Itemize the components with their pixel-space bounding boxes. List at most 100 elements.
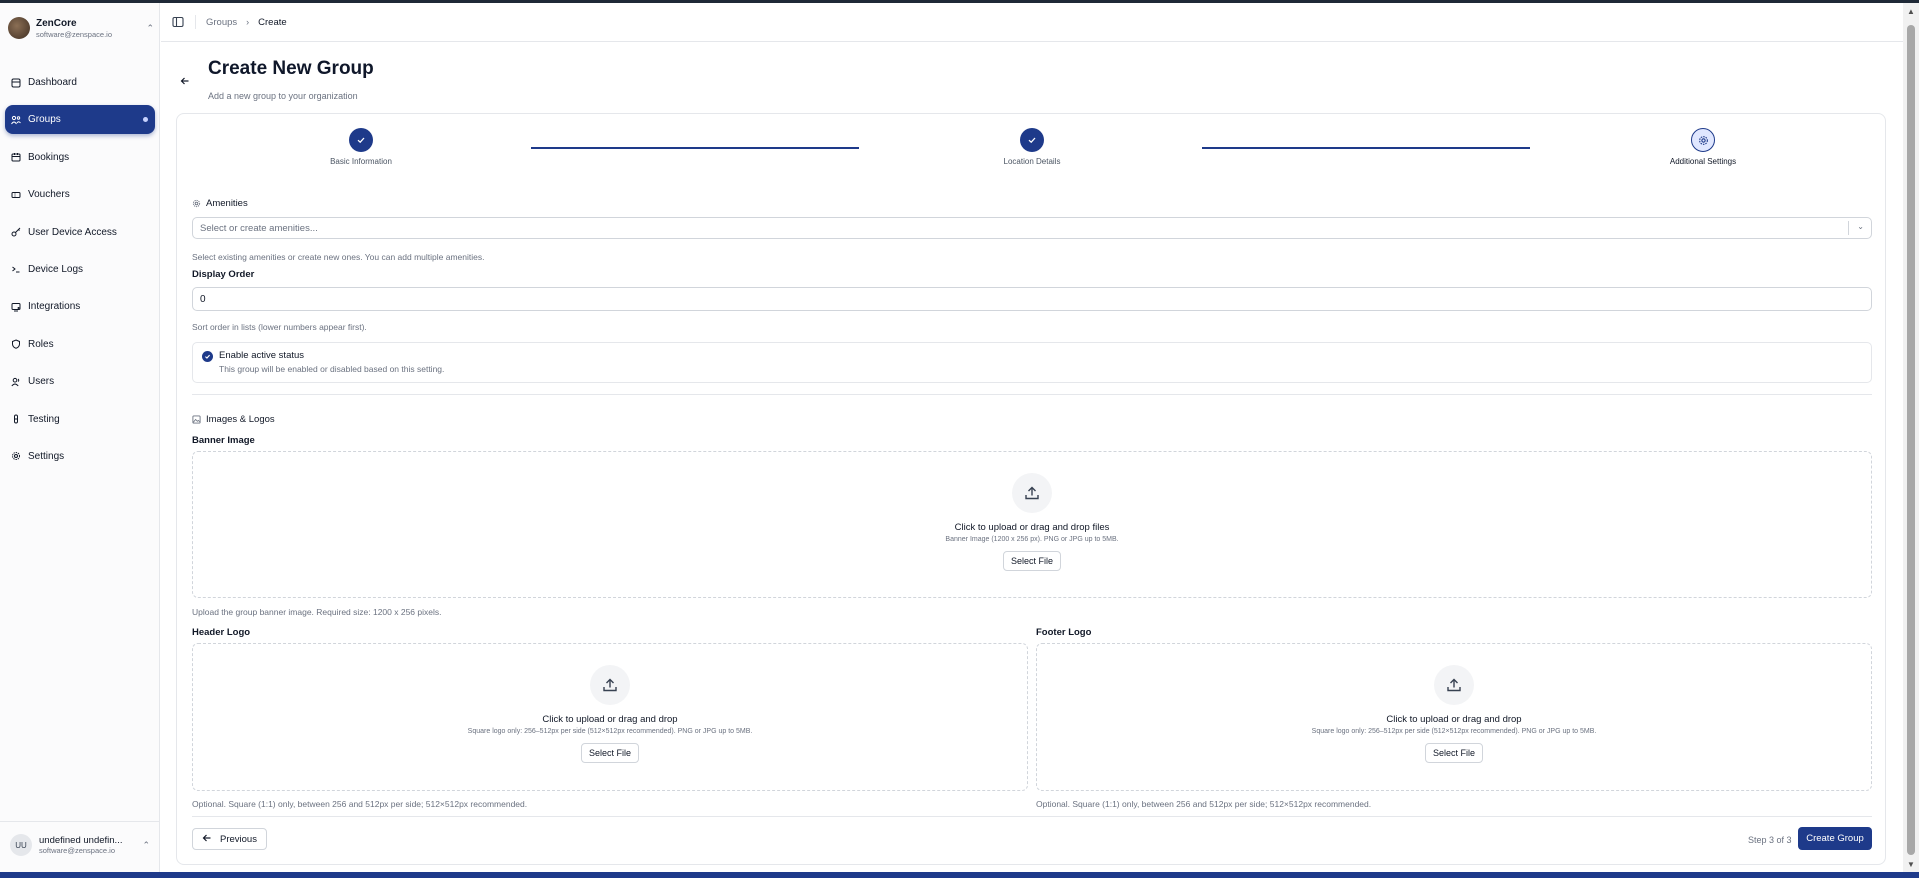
header-logo-label: Header Logo: [192, 627, 251, 638]
create-group-button[interactable]: Create Group: [1798, 827, 1872, 850]
sidebar-item-integrations[interactable]: Integrations: [5, 292, 155, 321]
footer-logo-select-file-button[interactable]: Select File: [1424, 743, 1484, 763]
divider: [192, 816, 1872, 817]
gear-icon: [11, 451, 21, 461]
divider: [192, 394, 1872, 395]
step-label: Location Details: [1003, 157, 1061, 166]
header-logo-dropzone[interactable]: Click to upload or drag and drop Square …: [192, 643, 1028, 791]
page-subtitle: Add a new group to your organization: [208, 91, 358, 101]
sidebar-item-label: Bookings: [28, 151, 70, 163]
org-email: software@zenspace.io: [36, 29, 112, 39]
calendar-icon: [11, 152, 21, 162]
arrow-left-icon: [202, 833, 212, 846]
banner-select-file-button[interactable]: Select File: [1002, 551, 1062, 571]
org-avatar: [8, 17, 30, 39]
upload-icon: [1012, 473, 1052, 513]
display-order-input[interactable]: 0: [192, 287, 1872, 311]
breadcrumb: Groups › Create: [206, 17, 287, 28]
footer-logo-dropzone[interactable]: Click to upload or drag and drop Square …: [1036, 643, 1872, 791]
header-logo-upload-title: Click to upload or drag and drop: [542, 714, 678, 725]
footer-logo-label: Footer Logo: [1036, 627, 1092, 638]
user-name: undefined undefin...: [39, 834, 123, 846]
step-complete-circle: [1020, 128, 1044, 152]
check-icon: [357, 137, 365, 144]
users-icon: [11, 377, 21, 387]
images-section-title: Images & Logos: [192, 414, 275, 425]
divider: [1848, 221, 1849, 235]
sidebar-item-bookings[interactable]: Bookings: [5, 143, 155, 172]
gear-icon: [192, 199, 201, 208]
amenities-select[interactable]: Select or create amenities... ⌄: [192, 217, 1872, 239]
step-location-details: Location Details: [962, 128, 1102, 166]
step-connector: [531, 147, 859, 149]
sidebar: ZenCore software@zenspace.io ⌃ Dashboard…: [0, 3, 160, 872]
banner-dropzone[interactable]: Click to upload or drag and drop files B…: [192, 451, 1872, 598]
gear-icon: [1698, 135, 1708, 145]
active-status-description: This group will be enabled or disabled b…: [219, 364, 445, 374]
header-logo-select-file-button[interactable]: Select File: [580, 743, 640, 763]
sidebar-item-label: Vouchers: [28, 189, 70, 201]
home-icon: [11, 78, 21, 88]
sidebar-item-label: Settings: [28, 450, 65, 462]
key-icon: [11, 227, 21, 237]
flask-icon: [11, 414, 21, 424]
amenities-placeholder: Select or create amenities...: [200, 222, 318, 234]
sidebar-toggle-icon[interactable]: [171, 15, 185, 29]
sidebar-item-label: Integrations: [28, 301, 81, 313]
sidebar-item-groups[interactable]: Groups: [5, 105, 155, 135]
taskbar-edge: [0, 872, 1919, 878]
step-additional-settings: Additional Settings: [1633, 128, 1773, 166]
sidebar-item-users[interactable]: Users: [5, 367, 155, 396]
active-status-checkbox[interactable]: [202, 351, 213, 362]
sidebar-item-settings[interactable]: Settings: [5, 442, 155, 471]
display-order-label: Display Order: [192, 269, 255, 280]
check-icon: [205, 354, 211, 359]
sidebar-item-device-logs[interactable]: Device Logs: [5, 255, 155, 284]
step-label: Additional Settings: [1669, 157, 1737, 166]
footer-logo-upload-desc: Square logo only: 256–512px per side (51…: [1311, 728, 1597, 735]
sidebar-item-roles[interactable]: Roles: [5, 330, 155, 359]
step-basic-information: Basic Information: [291, 128, 431, 166]
chevron-updown-icon: ⌃: [142, 839, 150, 850]
amenities-help: Select existing amenities or create new …: [192, 252, 485, 262]
previous-button[interactable]: Previous: [192, 828, 267, 850]
amenities-section-title: Amenities: [192, 198, 248, 209]
scroll-up-icon[interactable]: ▲: [1903, 3, 1919, 19]
sidebar-item-label: Testing: [28, 413, 60, 425]
footer-logo-upload-title: Click to upload or drag and drop: [1386, 714, 1522, 725]
user-menu[interactable]: UU undefined undefin... software@zenspac…: [10, 830, 150, 860]
avatar: UU: [10, 834, 32, 856]
org-name: ZenCore: [36, 17, 77, 29]
step-current-circle: [1691, 128, 1715, 152]
vertical-scrollbar[interactable]: ▲ ▼: [1903, 3, 1919, 872]
terminal-icon: [11, 264, 21, 274]
sidebar-item-user-device-access[interactable]: User Device Access: [5, 218, 155, 247]
scroll-down-icon[interactable]: ▼: [1903, 856, 1919, 872]
shield-icon: [11, 339, 21, 350]
sidebar-item-label: Users: [28, 376, 55, 388]
page-title: Create New Group: [208, 58, 374, 79]
scrollbar-thumb[interactable]: [1907, 25, 1915, 855]
topbar: Groups › Create: [161, 3, 1903, 42]
step-indicator: Step 3 of 3: [1748, 835, 1792, 845]
step-complete-circle: [349, 128, 373, 152]
plug-icon: [11, 302, 21, 312]
footer-logo-help: Optional. Square (1:1) only, between 256…: [1036, 799, 1372, 809]
breadcrumb-groups-link[interactable]: Groups: [206, 17, 237, 28]
back-arrow-icon[interactable]: [180, 76, 190, 89]
active-status-container: Enable active status This group will be …: [192, 342, 1872, 383]
sidebar-item-label: Dashboard: [28, 77, 77, 88]
divider: [0, 821, 159, 822]
header-logo-upload-desc: Square logo only: 256–512px per side (51…: [467, 728, 753, 735]
breadcrumb-current: Create: [258, 16, 287, 28]
sidebar-item-label: User Device Access: [28, 226, 117, 238]
sidebar-item-dashboard[interactable]: Dashboard: [5, 68, 155, 97]
user-email: software@zenspace.io: [39, 846, 115, 856]
sidebar-item-vouchers[interactable]: Vouchers: [5, 180, 155, 209]
banner-help: Upload the group banner image. Required …: [192, 607, 442, 617]
org-switcher[interactable]: ZenCore software@zenspace.io ⌃: [8, 13, 154, 43]
sidebar-item-label: Groups: [28, 114, 61, 126]
upload-icon: [1434, 665, 1474, 705]
sidebar-item-testing[interactable]: Testing: [5, 405, 155, 434]
create-group-form: Basic Information Location Details Addit…: [176, 113, 1886, 865]
